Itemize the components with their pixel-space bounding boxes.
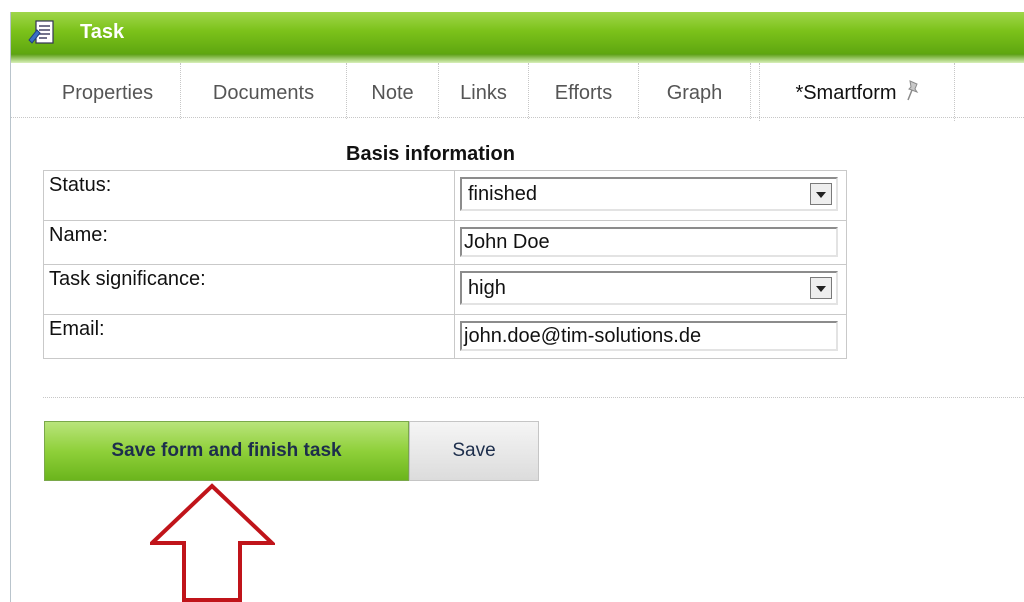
significance-select[interactable]: high [460, 271, 838, 305]
chevron-down-icon[interactable] [810, 183, 832, 205]
save-button[interactable]: Save [409, 421, 539, 481]
pin-icon[interactable] [905, 79, 919, 102]
status-select[interactable]: finished [460, 177, 838, 211]
tab-smartform[interactable]: *Smartform [759, 63, 955, 121]
tab-properties[interactable]: Properties [35, 63, 181, 119]
status-label: Status: [43, 170, 455, 221]
significance-value: high [468, 277, 506, 299]
email-value: john.doe@tim-solutions.de [464, 325, 702, 347]
window-title-bar: Task [11, 12, 1024, 54]
tab-documents[interactable]: Documents [181, 63, 347, 119]
form-row-status: Status: finished [43, 170, 847, 221]
tab-links[interactable]: Links [439, 63, 529, 119]
tab-underline [11, 117, 1024, 118]
status-value: finished [468, 183, 537, 205]
email-input[interactable]: john.doe@tim-solutions.de [460, 321, 838, 351]
tab-efforts[interactable]: Efforts [529, 63, 639, 119]
window-title: Task [80, 21, 125, 43]
save-and-finish-button[interactable]: Save form and finish task [44, 421, 409, 481]
title-bar-shadow [11, 54, 1024, 63]
form-table: Status: finished Name: John Doe Task sig… [43, 170, 847, 359]
form-row-significance: Task significance: high [43, 264, 847, 315]
name-label: Name: [43, 220, 455, 265]
name-value: John Doe [464, 231, 550, 253]
task-icon [28, 20, 54, 44]
email-label: Email: [43, 314, 455, 359]
tab-graph[interactable]: Graph [639, 63, 751, 119]
form-row-name: Name: John Doe [43, 220, 847, 265]
tab-bar: Properties Documents Note Links Efforts … [11, 63, 1024, 121]
name-input[interactable]: John Doe [460, 227, 838, 257]
form-row-email: Email: john.doe@tim-solutions.de [43, 314, 847, 359]
chevron-down-icon[interactable] [810, 277, 832, 299]
significance-label: Task significance: [43, 264, 455, 315]
tab-note[interactable]: Note [347, 63, 439, 119]
up-arrow-icon [150, 483, 275, 602]
form-separator [43, 397, 1024, 398]
section-title: Basis information [346, 143, 515, 165]
